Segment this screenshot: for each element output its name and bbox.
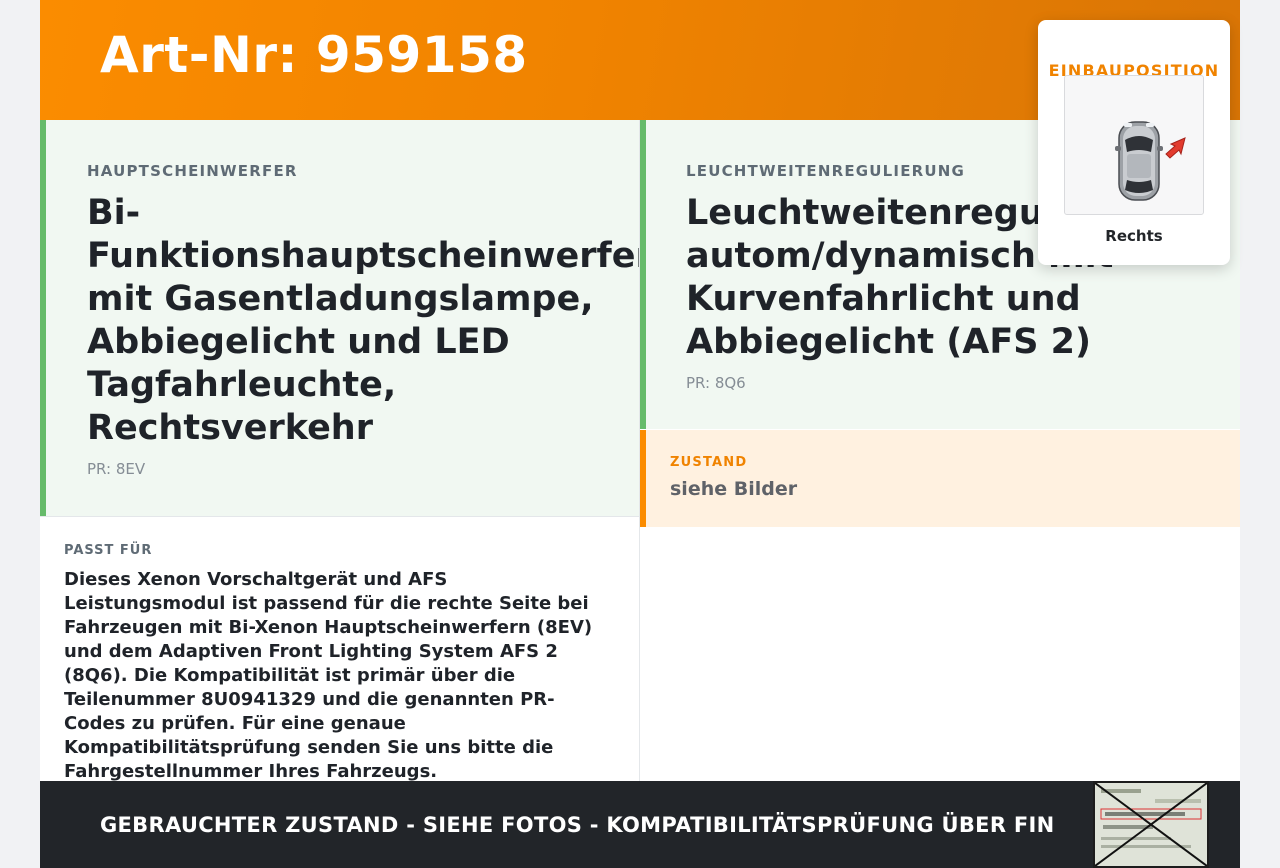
footer-notice: GEBRAUCHTER ZUSTAND - SIEHE FOTOS - KOMP… — [100, 813, 1055, 837]
second-part-pr-code: PR: 8Q6 — [686, 374, 746, 392]
main-part-pr-code: PR: 8EV — [87, 460, 146, 478]
footer-bar: GEBRAUCHTER ZUSTAND - SIEHE FOTOS - KOMP… — [40, 781, 1240, 868]
main-part-category: HAUPTSCHEINWERFER — [87, 162, 298, 180]
condition-value: siehe Bilder — [670, 478, 798, 500]
fits-label: PASST FÜR — [64, 543, 153, 558]
vehicle-registration-thumbnail[interactable] — [1093, 781, 1209, 868]
car-top-view-icon — [1064, 75, 1204, 215]
install-position-caption: Rechts — [1105, 227, 1163, 245]
registration-document-image — [1095, 783, 1207, 866]
fits-description: Dieses Xenon Vorschaltgerät und AFS Leis… — [64, 569, 593, 782]
install-position-card: EINBAUPOSITION Rechts — [1038, 20, 1230, 265]
main-part-title: Bi-Funktionshauptscheinwerfer mit Gasent… — [87, 193, 653, 448]
condition-label: ZUSTAND — [670, 455, 748, 470]
article-number: Art-Nr: 959158 — [100, 26, 528, 84]
fits-panel: PASST FÜR Dieses Xenon Vorschaltgerät un… — [40, 516, 639, 782]
main-part-panel: HAUPTSCHEINWERFER Bi-Funktionshauptschei… — [40, 120, 653, 516]
condition-panel: ZUSTAND siehe Bilder — [640, 430, 1240, 527]
